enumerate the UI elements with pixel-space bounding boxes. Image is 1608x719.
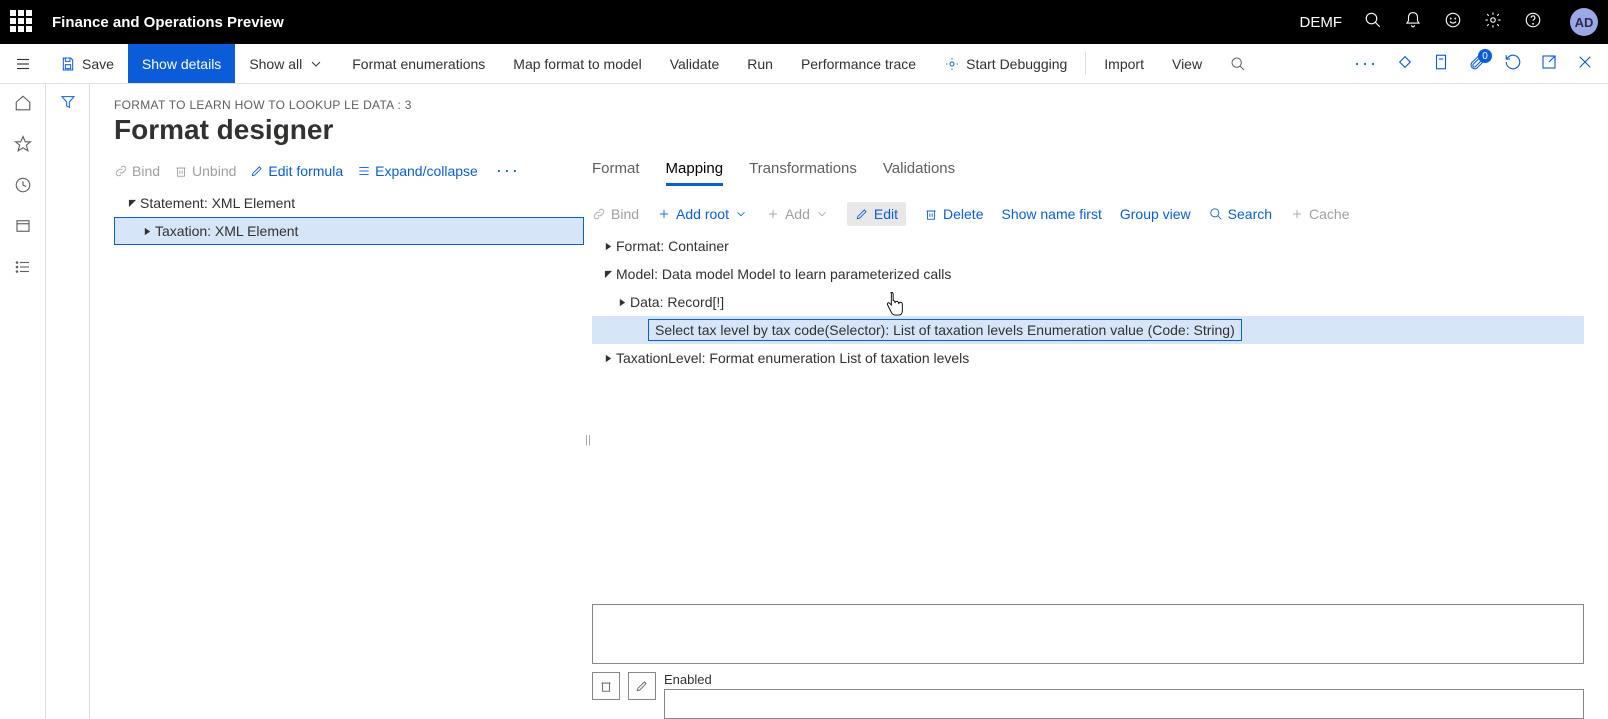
show-all-button[interactable]: Show all xyxy=(235,44,338,83)
expand-icon[interactable] xyxy=(600,354,616,363)
gear-icon[interactable] xyxy=(1484,11,1502,33)
tab-validations[interactable]: Validations xyxy=(883,160,955,186)
command-bar: Save Show details Show all Format enumer… xyxy=(0,44,1608,84)
close-icon[interactable] xyxy=(1576,53,1594,74)
start-debugging-button[interactable]: Start Debugging xyxy=(930,44,1081,83)
tab-mapping[interactable]: Mapping xyxy=(666,160,724,186)
tree-node-format-container[interactable]: Format: Container xyxy=(592,232,1584,260)
formula-area: Enabled xyxy=(592,594,1584,719)
cache-button[interactable]: Cache xyxy=(1290,206,1349,222)
attach-badge: 0 xyxy=(1478,49,1492,63)
page-icon[interactable] xyxy=(1432,53,1450,74)
expand-icon[interactable] xyxy=(614,298,630,307)
edit-formula-button[interactable]: Edit formula xyxy=(250,163,343,179)
hamburger-icon[interactable] xyxy=(0,44,46,83)
show-details-button[interactable]: Show details xyxy=(128,44,235,83)
view-button[interactable]: View xyxy=(1158,44,1216,83)
format-enumerations-button[interactable]: Format enumerations xyxy=(338,44,499,83)
attach-icon[interactable]: 0 xyxy=(1468,53,1486,74)
collapse-icon[interactable] xyxy=(124,199,140,208)
form-icon[interactable] xyxy=(14,217,32,240)
pane-splitter[interactable]: || xyxy=(584,160,592,719)
tree-node-data-record[interactable]: Data: Record[!] xyxy=(592,288,1584,316)
tab-transformations[interactable]: Transformations xyxy=(749,160,857,186)
tree-node-selector[interactable]: Select tax level by tax code(Selector): … xyxy=(592,316,1584,344)
ellipsis-icon[interactable]: ··· xyxy=(1354,53,1378,74)
rp-search-button[interactable]: Search xyxy=(1209,206,1272,222)
popout-icon[interactable] xyxy=(1540,53,1558,74)
rp-bind-button[interactable]: Bind xyxy=(592,206,639,222)
validate-button[interactable]: Validate xyxy=(656,44,734,83)
tree-node-taxation-level[interactable]: TaxationLevel: Format enumeration List o… xyxy=(592,344,1584,372)
home-icon[interactable] xyxy=(14,94,32,117)
page-title: Format designer xyxy=(114,114,1584,146)
unbind-button[interactable]: Unbind xyxy=(174,163,236,179)
format-tree: Statement: XML Element Taxation: XML Ele… xyxy=(114,189,584,245)
help-icon[interactable] xyxy=(1524,11,1542,33)
expand-icon[interactable] xyxy=(139,227,155,236)
search-icon[interactable] xyxy=(1364,11,1382,33)
filter-column xyxy=(46,84,90,719)
bell-icon[interactable] xyxy=(1404,11,1422,33)
add-button[interactable]: Add xyxy=(766,206,829,222)
tree-node-taxation[interactable]: Taxation: XML Element xyxy=(114,217,584,245)
delete-formula-button[interactable] xyxy=(592,672,620,700)
app-title: Finance and Operations Preview xyxy=(52,14,284,31)
group-view-button[interactable]: Group view xyxy=(1120,206,1191,222)
cmdbar-search-icon[interactable] xyxy=(1216,44,1260,83)
expand-icon[interactable] xyxy=(600,242,616,251)
enabled-input[interactable] xyxy=(664,689,1584,719)
format-tree-pane: Bind Unbind Edit formula Expand/collapse xyxy=(114,160,584,719)
diamond-icon[interactable] xyxy=(1396,53,1414,74)
refresh-icon[interactable] xyxy=(1504,53,1522,74)
mapping-pane: Format Mapping Transformations Validatio… xyxy=(592,160,1584,719)
topbar: Finance and Operations Preview DEMF AD xyxy=(0,0,1608,44)
mapping-tree: Format: Container Model: Data model Mode… xyxy=(592,232,1584,594)
avatar[interactable]: AD xyxy=(1570,8,1598,36)
collapse-icon[interactable] xyxy=(600,270,616,279)
expand-collapse-button[interactable]: Expand/collapse xyxy=(357,163,478,179)
add-root-button[interactable]: Add root xyxy=(657,206,748,222)
breadcrumb: FORMAT TO LEARN HOW TO LOOKUP LE DATA : … xyxy=(114,98,1584,112)
delete-button[interactable]: Delete xyxy=(924,206,983,222)
run-button[interactable]: Run xyxy=(733,44,787,83)
bind-button[interactable]: Bind xyxy=(114,163,160,179)
tab-format[interactable]: Format xyxy=(592,160,640,186)
show-name-first-button[interactable]: Show name first xyxy=(1001,206,1101,222)
clock-icon[interactable] xyxy=(14,176,32,199)
company-code[interactable]: DEMF xyxy=(1300,14,1343,31)
edit-button[interactable]: Edit xyxy=(847,202,906,226)
tree-node-model[interactable]: Model: Data model Model to learn paramet… xyxy=(592,260,1584,288)
left-toolbar: Bind Unbind Edit formula Expand/collapse xyxy=(114,160,584,189)
list-icon[interactable] xyxy=(14,258,32,281)
save-label: Save xyxy=(82,56,114,72)
formula-input[interactable] xyxy=(592,604,1584,664)
star-icon[interactable] xyxy=(14,135,32,158)
right-toolbar: Bind Add root Add Edit xyxy=(592,192,1584,232)
save-button[interactable]: Save xyxy=(46,44,128,83)
enabled-label: Enabled xyxy=(664,672,1584,687)
edit-formula-small-button[interactable] xyxy=(628,672,656,700)
filter-icon[interactable] xyxy=(60,94,76,719)
import-button[interactable]: Import xyxy=(1090,44,1158,83)
waffle-icon[interactable] xyxy=(10,10,34,34)
smile-icon[interactable] xyxy=(1444,11,1462,33)
right-tabs: Format Mapping Transformations Validatio… xyxy=(592,160,1584,192)
left-rail xyxy=(0,84,46,719)
left-more-icon[interactable]: ··· xyxy=(492,160,520,181)
map-format-button[interactable]: Map format to model xyxy=(499,44,655,83)
performance-trace-button[interactable]: Performance trace xyxy=(787,44,930,83)
tree-node-statement[interactable]: Statement: XML Element xyxy=(114,189,584,217)
